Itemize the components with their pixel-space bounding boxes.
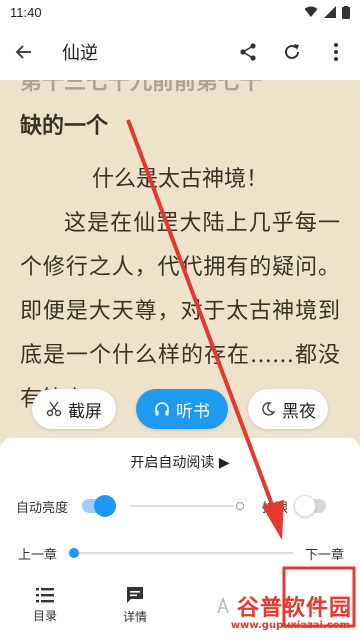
share-icon <box>240 43 256 61</box>
quick-action-chips: 截屏 听书 黑夜 <box>0 389 360 433</box>
eye-protect-label: 护眼 <box>262 500 289 516</box>
auto-brightness-label: 自动亮度 <box>16 500 69 516</box>
chapter-progress-thumb[interactable] <box>69 548 80 558</box>
details-chat-icon <box>127 587 143 603</box>
status-time: 11:40 <box>10 4 42 20</box>
content-line-bold: 缺的一个 <box>20 113 109 139</box>
night-mode-chip[interactable]: 黑夜 <box>248 389 328 429</box>
top-app-bar: 仙逆 <box>0 24 360 80</box>
arrow-back-icon <box>15 45 31 59</box>
nav-catalog[interactable]: 目录 <box>0 578 90 633</box>
reading-content[interactable]: 第十三七十九前前第七十 缺的一个 什么是太古神境！ 这是在仙罡大陆上几乎每一个修… <box>0 80 360 440</box>
listen-label: 听书 <box>176 401 210 422</box>
next-chapter-button[interactable]: 下一章 <box>305 544 344 563</box>
back-button[interactable] <box>12 40 36 64</box>
screenshot-chip[interactable]: 截屏 <box>32 389 116 429</box>
more-button[interactable] <box>324 40 348 64</box>
prev-chapter-button[interactable]: 上一章 <box>18 544 57 563</box>
chapter-progress-slider[interactable] <box>69 548 293 558</box>
nav-details-label: 详情 <box>122 610 147 624</box>
status-bar: 11:40 <box>0 0 360 24</box>
content-heading: 什么是太古神境！ <box>91 167 268 192</box>
brightness-slider[interactable] <box>130 505 235 507</box>
share-button[interactable] <box>236 40 260 64</box>
moon-icon <box>262 402 276 416</box>
scissors-icon <box>46 401 62 417</box>
night-label: 黑夜 <box>282 401 316 422</box>
eye-protect-toggle[interactable] <box>294 495 327 517</box>
watermark-url: www.gupuxiazai.com <box>230 620 350 631</box>
auto-read-button[interactable]: 开启自动阅读 ▶ <box>0 452 360 472</box>
chapter-row: 上一章 下一章 <box>18 542 344 564</box>
brightness-slider-end[interactable] <box>236 502 245 510</box>
brightness-row: 自动亮度 护眼 <box>16 494 346 518</box>
more-vert-icon <box>334 43 338 61</box>
catalog-list-icon <box>36 588 54 603</box>
status-icons <box>304 5 350 19</box>
wifi-icon <box>304 6 318 17</box>
book-title: 仙逆 <box>62 43 98 64</box>
partial-line: 第十三七十九前前第七十 <box>20 80 263 95</box>
refresh-button[interactable] <box>280 40 304 64</box>
watermark: 谷普软件园 www.gupuxiazai.com <box>196 588 360 639</box>
listen-chip[interactable]: 听书 <box>136 389 228 429</box>
auto-brightness-toggle[interactable] <box>82 495 117 517</box>
signal-icon <box>324 6 336 18</box>
watermark-title: 谷普软件园 <box>236 596 352 621</box>
refresh-icon <box>285 44 299 59</box>
nav-details[interactable]: 详情 <box>90 578 180 633</box>
screenshot-label: 截屏 <box>68 401 102 422</box>
nav-catalog-label: 目录 <box>32 609 57 623</box>
headphones-icon <box>155 402 169 416</box>
battery-icon <box>342 5 350 19</box>
